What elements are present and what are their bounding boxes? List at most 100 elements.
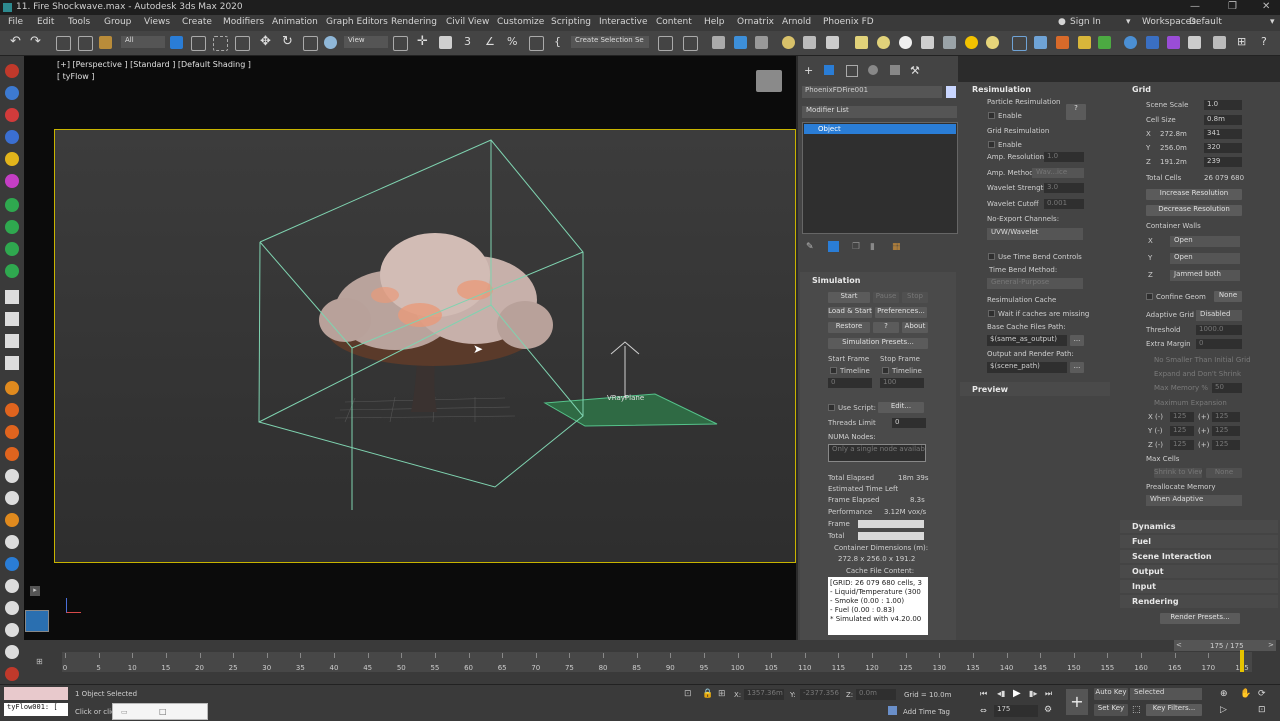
menu-help[interactable]: Help [704, 17, 725, 27]
snaps-toggle-icon[interactable]: 3 [464, 35, 477, 48]
start-button[interactable]: Start [828, 292, 870, 303]
confine-geom-pick-button[interactable]: None [1214, 291, 1242, 302]
time-bend-method-dropdown[interactable]: General-Purpose [987, 278, 1083, 289]
bind-space-warp-icon[interactable] [99, 36, 112, 49]
use-script-checkbox[interactable] [828, 404, 835, 411]
bucket-icon[interactable] [5, 601, 19, 615]
show-end-result-icon[interactable] [828, 241, 839, 252]
render-iterative-icon[interactable] [1188, 36, 1201, 49]
base-cache-path-field[interactable]: $(same_as_output) [987, 335, 1067, 346]
selection-filter-dropdown[interactable]: All [121, 36, 165, 48]
maximize-icon[interactable]: ❐ [1228, 1, 1237, 12]
shrink-to-view-button[interactable]: Shrink to View [1154, 468, 1202, 478]
menu-animation[interactable]: Animation [272, 17, 318, 27]
angle-snap-icon[interactable]: ∠ [485, 35, 498, 48]
zoom-extents-icon[interactable]: ⊕ [1220, 689, 1228, 699]
decrease-resolution-button[interactable]: Decrease Resolution [1146, 205, 1242, 216]
vray-ball-icon[interactable] [899, 36, 912, 49]
curve-editor-icon[interactable] [782, 36, 795, 49]
particle-icon[interactable] [5, 469, 19, 483]
hierarchy-tab-icon[interactable] [846, 65, 858, 77]
play-animation-icon[interactable]: ▶ [1013, 688, 1021, 699]
isolate-selection-icon[interactable]: ⊡ [684, 689, 692, 699]
vray-sphere-icon[interactable] [877, 36, 890, 49]
grid-y-cells-field[interactable]: 320 [1204, 143, 1242, 153]
timeline[interactable]: 175 / 175 < > ⊞ 0 5 10 15 20 25 30 35 40 45 50 55 60… [24, 640, 1280, 684]
pivot-center-icon[interactable] [393, 36, 408, 51]
hierarchy-icon[interactable] [5, 220, 19, 234]
render-setup-icon[interactable] [1124, 36, 1137, 49]
grid-resim-enable-checkbox[interactable] [988, 141, 995, 148]
key-selected-dropdown[interactable]: Selected [1130, 688, 1202, 700]
viewcube[interactable] [756, 70, 782, 92]
ocean-icon[interactable] [5, 535, 19, 549]
phoenix-plant-icon[interactable] [1098, 36, 1111, 49]
material-editor-icon[interactable] [826, 36, 839, 49]
splash-icon[interactable] [5, 579, 19, 593]
shrink-none-button[interactable]: None [1206, 468, 1242, 478]
smoke-icon[interactable] [5, 513, 19, 527]
cup-icon[interactable] [5, 623, 19, 637]
schematic-view-icon[interactable] [803, 36, 816, 49]
grid-z-cells-field[interactable]: 239 [1204, 157, 1242, 167]
move-icon[interactable]: ✥ [260, 34, 273, 49]
absolute-mode-icon[interactable]: ⊞ [718, 689, 726, 699]
pan-view-icon[interactable]: ✋ [1240, 689, 1251, 699]
fire-cloud[interactable] [319, 233, 553, 366]
auto-key-button[interactable]: Auto Key [1094, 688, 1128, 700]
orbit-icon[interactable]: ⟳ [1258, 689, 1266, 699]
resim-help-button[interactable]: ? [1066, 104, 1086, 120]
workspace-dropdown[interactable]: Default [1189, 17, 1222, 27]
stack-item-object[interactable]: Object [804, 124, 956, 134]
create-cameras-icon[interactable] [5, 130, 19, 144]
rect-selection-icon[interactable] [213, 36, 228, 51]
cloud-icon[interactable] [5, 645, 19, 659]
fire-preset-icon[interactable] [5, 403, 19, 417]
vray-box-icon[interactable] [855, 36, 868, 49]
coord-y-field[interactable]: -2377.356 [800, 689, 840, 700]
dynamics-rollout[interactable]: Dynamics [1120, 520, 1278, 533]
load-start-button[interactable]: Load & Start [828, 307, 872, 318]
use-time-bend-checkbox[interactable] [988, 253, 995, 260]
sign-in-chevron-icon[interactable]: ▾ [1126, 17, 1131, 27]
wall-x-dropdown[interactable]: Open [1170, 236, 1240, 247]
coord-z-field[interactable]: 0.0m [856, 689, 896, 700]
expansion-y-plus-field[interactable]: 125 [1212, 426, 1240, 436]
systems-icon[interactable] [5, 198, 19, 212]
expansion-z-minus-field[interactable]: 125 [1170, 440, 1194, 450]
motion-icon[interactable] [5, 242, 19, 256]
render-production-icon[interactable] [1167, 36, 1180, 49]
threshold-field[interactable]: 1000.0 [1196, 325, 1242, 335]
output-render-browse-button[interactable]: ... [1070, 362, 1084, 373]
about-button[interactable]: About [902, 322, 928, 333]
keyboard-shortcut-icon[interactable] [439, 36, 452, 49]
threads-limit-field[interactable]: 0 [892, 418, 926, 428]
fire-candle-icon[interactable] [5, 447, 19, 461]
maxscript-listener-pink[interactable] [4, 687, 68, 700]
ribbon-icon[interactable] [755, 36, 768, 49]
minimize-icon[interactable]: — [1190, 1, 1200, 12]
start-frame-field[interactable]: 0 [828, 378, 872, 388]
help-button[interactable]: ? [873, 322, 899, 333]
fuel-rollout[interactable]: Fuel [1120, 535, 1278, 548]
scale-icon[interactable] [303, 36, 318, 51]
goto-start-icon[interactable]: ⏮ [980, 689, 987, 699]
expand-shrink-label[interactable]: Expand and Don't Shrink [1154, 370, 1241, 378]
amp-method-dropdown[interactable]: Wav...ice [1032, 168, 1084, 178]
simulation-presets-button[interactable]: Simulation Presets... [828, 338, 928, 349]
object-name-field[interactable]: PhoenixFDFire001 [802, 86, 942, 98]
current-frame-field[interactable]: 175 [994, 705, 1038, 717]
undo-icon[interactable]: ↶ [10, 34, 23, 49]
max-memory-field[interactable]: 50 [1212, 383, 1242, 393]
vray-dome-icon[interactable] [986, 36, 999, 49]
start-timeline-checkbox[interactable] [830, 367, 837, 374]
particle-resim-enable-checkbox[interactable] [988, 112, 995, 119]
edit-named-selection-icon[interactable]: { [554, 35, 567, 48]
display-icon[interactable] [5, 264, 19, 278]
edit-script-button[interactable]: Edit... [878, 402, 924, 413]
panel-expand-icon[interactable]: ▸ [30, 586, 40, 596]
menu-views[interactable]: Views [144, 17, 170, 27]
timeline-prev-icon[interactable]: < [1176, 641, 1182, 649]
menu-rendering[interactable]: Rendering [391, 17, 437, 27]
confine-geom-checkbox[interactable] [1146, 293, 1153, 300]
